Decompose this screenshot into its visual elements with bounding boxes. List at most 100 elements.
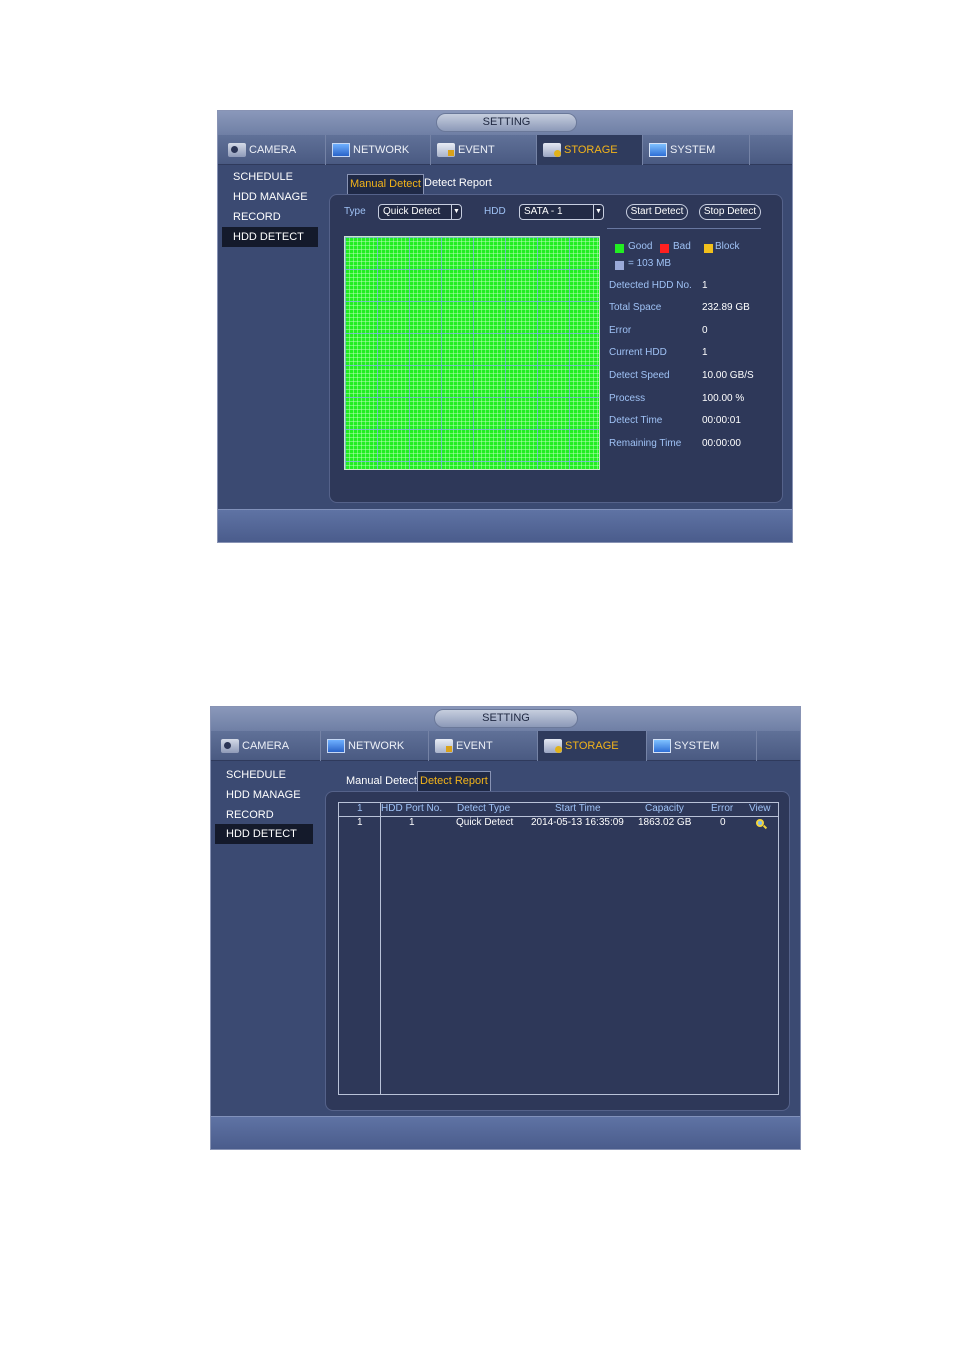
stat-value: 10.00 GB/S	[702, 370, 754, 381]
subtab-detect-report[interactable]: Detect Report	[424, 173, 492, 193]
stat-value: 0	[702, 325, 708, 336]
block-swatch	[704, 244, 713, 253]
stat-label: Detect Time	[609, 415, 663, 426]
stat-label: Process	[609, 393, 646, 404]
sidebar-item-hdd-detect[interactable]: HDD DETECT	[222, 227, 318, 247]
camera-icon	[228, 143, 246, 158]
hdd-detect-grid	[344, 236, 600, 470]
tab-storage[interactable]: STORAGE	[537, 135, 643, 165]
column-header-error: Error	[711, 803, 734, 814]
title-bar: SETTING	[211, 707, 800, 731]
event-icon	[435, 739, 453, 754]
column-header-capacity: Capacity	[645, 803, 684, 814]
sidebar-item-schedule[interactable]: SCHEDULE	[215, 765, 311, 785]
subtab-detect-report[interactable]: Detect Report	[417, 771, 491, 791]
tab-event-label: EVENT	[456, 740, 493, 752]
column-header-start-time: Start Time	[555, 803, 601, 814]
type-select-value: Quick Detect	[383, 206, 441, 217]
legend-bad: Bad	[673, 241, 691, 252]
unit-swatch	[615, 261, 624, 270]
type-label: Type	[344, 206, 366, 217]
sidebar-item-hdd-detect[interactable]: HDD DETECT	[215, 824, 313, 844]
tab-network-label: NETWORK	[348, 740, 405, 752]
tab-network-label: NETWORK	[353, 144, 410, 156]
system-icon	[649, 143, 667, 158]
table-cell-capacity: 1863.02 GB	[638, 817, 692, 828]
stat-label: Detected HDD No.	[609, 280, 692, 291]
bad-swatch	[660, 244, 669, 253]
setting-window-detect-report: SETTING CAMERA NETWORK EVENT STORAGE SYS…	[210, 706, 801, 1150]
table-cell-index: 1	[357, 817, 363, 828]
tab-system-label: SYSTEM	[674, 740, 720, 752]
sidebar-item-record[interactable]: RECORD	[222, 207, 318, 227]
stop-detect-button[interactable]: Stop Detect	[699, 204, 761, 220]
stat-value: 1	[702, 280, 708, 291]
network-icon	[332, 143, 350, 158]
camera-icon	[221, 739, 239, 754]
table-cell-error: 0	[720, 817, 726, 828]
sidebar-item-schedule[interactable]: SCHEDULE	[222, 167, 318, 187]
tab-camera-label: CAMERA	[242, 740, 290, 752]
stat-label: Remaining Time	[609, 438, 682, 449]
column-header-type: Detect Type	[457, 803, 511, 814]
event-icon	[437, 143, 455, 158]
hdd-select[interactable]: SATA - 1 ▼	[519, 204, 604, 220]
detect-report-table: 1 HDD Port No. Detect Type Start Time Ca…	[338, 802, 779, 1095]
table-cell-type: Quick Detect	[456, 817, 514, 828]
divider	[607, 228, 761, 229]
sidebar-item-hdd-manage[interactable]: HDD MANAGE	[215, 785, 311, 805]
column-header-port: HDD Port No.	[381, 803, 443, 814]
tab-system[interactable]: SYSTEM	[647, 731, 757, 761]
hdd-label: HDD	[484, 206, 506, 217]
stat-value: 1	[702, 347, 708, 358]
column-divider	[380, 803, 381, 1094]
stat-value: 100.00 %	[702, 393, 745, 404]
tab-event-label: EVENT	[458, 144, 495, 156]
magnifier-icon[interactable]	[756, 819, 764, 827]
good-swatch	[615, 244, 624, 253]
chevron-down-icon: ▼	[451, 205, 461, 219]
title-bar: SETTING	[218, 111, 792, 135]
stat-label: Total Space	[609, 302, 662, 313]
subtab-manual-detect[interactable]: Manual Detect	[346, 771, 417, 791]
start-detect-button[interactable]: Start Detect	[626, 204, 688, 220]
window-title: SETTING	[436, 113, 577, 132]
storage-icon	[544, 739, 562, 754]
tab-storage-label: STORAGE	[564, 144, 618, 156]
column-header-view: View	[749, 803, 771, 814]
hdd-select-value: SATA - 1	[524, 206, 563, 217]
tab-camera-label: CAMERA	[249, 144, 297, 156]
sidebar-item-hdd-manage[interactable]: HDD MANAGE	[222, 187, 318, 207]
type-select[interactable]: Quick Detect ▼	[378, 204, 462, 220]
table-cell-port: 1	[409, 817, 415, 828]
tab-camera[interactable]: CAMERA	[215, 731, 321, 761]
sidebar-item-record[interactable]: RECORD	[215, 805, 311, 825]
footer-bar	[218, 509, 792, 542]
footer-bar	[211, 1116, 800, 1149]
tab-network[interactable]: NETWORK	[326, 135, 431, 165]
network-icon	[327, 739, 345, 754]
tab-network[interactable]: NETWORK	[321, 731, 429, 761]
stat-label: Current HDD	[609, 347, 667, 358]
system-icon	[653, 739, 671, 754]
subtab-manual-detect[interactable]: Manual Detect	[347, 174, 424, 194]
legend-good: Good	[628, 241, 653, 252]
chevron-down-icon: ▼	[593, 205, 603, 219]
tab-system-label: SYSTEM	[670, 144, 716, 156]
setting-window-manual-detect: SETTING CAMERA NETWORK EVENT STORAGE SYS…	[217, 110, 793, 543]
tab-storage[interactable]: STORAGE	[538, 731, 647, 761]
manual-detect-content: Type Quick Detect ▼ HDD SATA - 1 ▼ Start…	[329, 194, 783, 503]
column-header-index: 1	[357, 803, 363, 814]
stat-value: 00:00:01	[702, 415, 741, 426]
window-title: SETTING	[434, 709, 578, 728]
stat-label: Error	[609, 325, 632, 336]
tab-event[interactable]: EVENT	[429, 731, 538, 761]
legend-block: Block	[715, 241, 740, 252]
stat-label: Detect Speed	[609, 370, 670, 381]
stat-value: 00:00:00	[702, 438, 741, 449]
legend-unit: = 103 MB	[628, 258, 672, 269]
tab-system[interactable]: SYSTEM	[643, 135, 750, 165]
tab-camera[interactable]: CAMERA	[222, 135, 326, 165]
tab-event[interactable]: EVENT	[431, 135, 537, 165]
tab-storage-label: STORAGE	[565, 740, 619, 752]
